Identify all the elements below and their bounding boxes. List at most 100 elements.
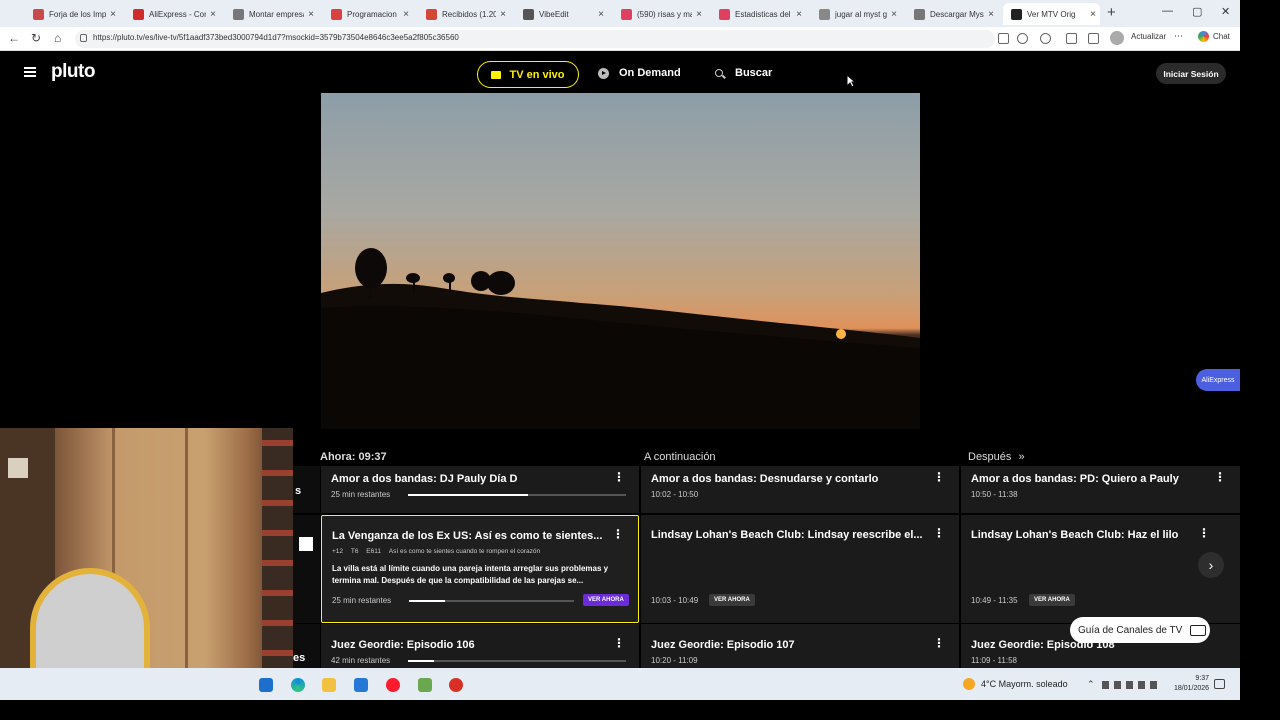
profile-avatar[interactable] bbox=[1110, 31, 1124, 45]
tab-close-icon[interactable]: × bbox=[594, 9, 608, 20]
system-clock[interactable]: 9:37 18/01/2026 bbox=[1174, 674, 1209, 694]
more-options-icon[interactable]: ⋮ bbox=[613, 636, 625, 650]
update-button[interactable]: Actualizar bbox=[1131, 32, 1166, 41]
reading-view-icon[interactable] bbox=[998, 33, 1009, 44]
taskbar-app-icon[interactable] bbox=[449, 678, 463, 692]
more-options-icon[interactable]: ⋮ bbox=[933, 470, 945, 484]
tray-chevron-icon[interactable]: ⌃ bbox=[1087, 679, 1095, 690]
program-meta: +12 T6 E611 Así es como te sientes cuand… bbox=[332, 548, 540, 555]
program-cell-next[interactable]: Juez Geordie: Episodio 107 ⋮ 10:20 - 11:… bbox=[641, 624, 959, 668]
program-cell-now-selected[interactable]: La Venganza de los Ex US: Así es como te… bbox=[321, 515, 639, 623]
browser-tab[interactable]: (590) risas y mas× bbox=[613, 3, 706, 25]
back-icon[interactable]: ← bbox=[8, 31, 20, 45]
browser-tab[interactable]: AliExpress - Comp× bbox=[125, 3, 220, 25]
tab-title: AliExpress - Comp bbox=[149, 9, 206, 19]
guide-after-label[interactable]: Después » bbox=[968, 451, 1025, 463]
browser-tab[interactable]: Descargar Myst T× bbox=[906, 3, 998, 25]
login-button[interactable]: Iniciar Sesión bbox=[1156, 63, 1226, 84]
notifications-icon[interactable] bbox=[1214, 679, 1225, 689]
tab-close-icon[interactable]: × bbox=[399, 9, 413, 20]
url-field[interactable]: https://pluto.tv/es/live-tv/5f1aadf373be… bbox=[75, 30, 995, 48]
more-options-icon[interactable]: ⋮ bbox=[612, 527, 624, 541]
tab-tv-en-vivo-label: TV en vivo bbox=[509, 68, 565, 81]
new-tab-icon[interactable]: + bbox=[1107, 4, 1116, 21]
program-cell-now[interactable]: Amor a dos bandas: DJ Pauly Día D ⋮ 25 m… bbox=[321, 466, 639, 513]
more-options-icon[interactable]: ⋮ bbox=[1214, 470, 1226, 484]
more-options-icon[interactable]: ⋮ bbox=[613, 470, 625, 484]
edge-icon[interactable] bbox=[291, 678, 305, 692]
tab-close-icon[interactable]: × bbox=[1086, 9, 1100, 20]
browser-tab[interactable]: VibeEdit × bbox=[515, 3, 608, 25]
tab-title: Descargar Myst T bbox=[930, 9, 984, 19]
watch-now-button[interactable]: VER AHORA bbox=[1029, 594, 1075, 606]
aliexpress-extension-tab[interactable]: AliExpress bbox=[1196, 369, 1240, 391]
more-menu-icon[interactable]: ⋯ bbox=[1174, 31, 1183, 42]
tab-close-icon[interactable]: × bbox=[304, 9, 318, 20]
extensions-icon[interactable] bbox=[1040, 33, 1051, 44]
minimize-icon[interactable]: — bbox=[1162, 5, 1173, 17]
tab-close-icon[interactable]: × bbox=[792, 9, 806, 20]
restore-icon[interactable]: ▢ bbox=[1192, 5, 1202, 18]
tab-on-demand[interactable]: On Demand bbox=[598, 67, 681, 79]
opera-icon[interactable] bbox=[386, 678, 400, 692]
reload-icon[interactable]: ↻ bbox=[31, 31, 41, 45]
tab-close-icon[interactable]: × bbox=[496, 9, 510, 20]
system-tray-icons[interactable] bbox=[1102, 681, 1162, 689]
watch-now-button[interactable]: VER AHORA bbox=[709, 594, 755, 606]
browser-tab[interactable]: Forja de los Imper× bbox=[25, 3, 120, 25]
watch-now-button[interactable]: VER AHORA bbox=[583, 594, 629, 606]
browser-tab[interactable]: Estadisticas del vi× bbox=[711, 3, 806, 25]
tab-favicon-icon bbox=[33, 8, 44, 20]
tab-close-icon[interactable]: × bbox=[887, 9, 901, 20]
progress-bar bbox=[408, 660, 626, 662]
program-title: Lindsay Lohan's Beach Club: Haz el lilo bbox=[971, 529, 1179, 541]
guide-next-arrow-icon[interactable]: › bbox=[1198, 552, 1224, 578]
more-options-icon[interactable]: ⋮ bbox=[1198, 526, 1210, 540]
home-icon[interactable]: ⌂ bbox=[54, 31, 61, 45]
favorite-star-icon[interactable] bbox=[1017, 33, 1028, 44]
tab-close-icon[interactable]: × bbox=[692, 9, 706, 20]
taskbar-app-icon[interactable] bbox=[259, 678, 273, 692]
close-window-icon[interactable]: ✕ bbox=[1221, 5, 1230, 18]
time-slot: 10:02 - 10:50 bbox=[651, 490, 699, 499]
tab-close-icon[interactable]: × bbox=[106, 9, 120, 20]
tab-tv-en-vivo[interactable]: TV en vivo bbox=[477, 61, 579, 88]
tab-favicon-icon bbox=[819, 8, 830, 20]
more-options-icon[interactable]: ⋮ bbox=[933, 636, 945, 650]
program-title: Juez Geordie: Episodio 107 bbox=[651, 639, 795, 651]
browser-tab[interactable]: Recibidos (1.200)× bbox=[418, 3, 510, 25]
weather-widget[interactable]: 4°C Mayorm. soleado bbox=[963, 678, 1068, 690]
program-cell-now[interactable]: Juez Geordie: Episodio 106 ⋮ 42 min rest… bbox=[321, 624, 639, 668]
program-cell-after[interactable]: Amor a dos bandas: PD: Quiero a Pauly ⋮ … bbox=[961, 466, 1240, 513]
channel-cell[interactable]: s bbox=[293, 466, 320, 513]
site-info-icon[interactable] bbox=[80, 34, 87, 42]
tab-close-icon[interactable]: × bbox=[206, 9, 220, 20]
more-options-icon[interactable]: ⋮ bbox=[933, 526, 945, 540]
season: T6 bbox=[350, 548, 359, 555]
video-player[interactable] bbox=[321, 93, 920, 429]
favorites-icon[interactable] bbox=[1088, 33, 1099, 44]
program-cell-next[interactable]: Lindsay Lohan's Beach Club: Lindsay rees… bbox=[641, 515, 959, 623]
channel-cell[interactable]: es bbox=[293, 624, 320, 668]
tab-favicon-icon bbox=[331, 8, 342, 20]
tab-search[interactable]: Buscar bbox=[715, 67, 772, 79]
channel-guide-button[interactable]: Guía de Canales de TV bbox=[1070, 617, 1210, 643]
hamburger-menu-icon[interactable] bbox=[24, 67, 36, 77]
tab-search-label: Buscar bbox=[735, 67, 773, 79]
program-cell-next[interactable]: Amor a dos bandas: Desnudarse y contarlo… bbox=[641, 466, 959, 513]
guide-row: s Amor a dos bandas: DJ Pauly Día D ⋮ 25… bbox=[293, 466, 1240, 513]
browser-tab[interactable]: Ver MTV Orig × bbox=[1003, 3, 1100, 25]
browser-tab[interactable]: jugar al myst grat× bbox=[811, 3, 901, 25]
split-screen-icon[interactable] bbox=[1066, 33, 1077, 44]
pluto-logo[interactable]: pluto bbox=[51, 61, 95, 83]
browser-tab[interactable]: Montar empresa × bbox=[225, 3, 318, 25]
tab-title: Montar empresa bbox=[249, 9, 304, 19]
file-explorer-icon[interactable] bbox=[322, 678, 336, 692]
url-text: https://pluto.tv/es/live-tv/5f1aadf373be… bbox=[93, 33, 459, 42]
tab-close-icon[interactable]: × bbox=[984, 9, 998, 20]
browser-tab[interactable]: Programacion TV× bbox=[323, 3, 413, 25]
taskbar-app-icon[interactable] bbox=[418, 678, 432, 692]
channel-cell[interactable] bbox=[293, 515, 320, 623]
outlook-icon[interactable] bbox=[354, 678, 368, 692]
copilot-chat-button[interactable]: Chat bbox=[1198, 31, 1230, 42]
